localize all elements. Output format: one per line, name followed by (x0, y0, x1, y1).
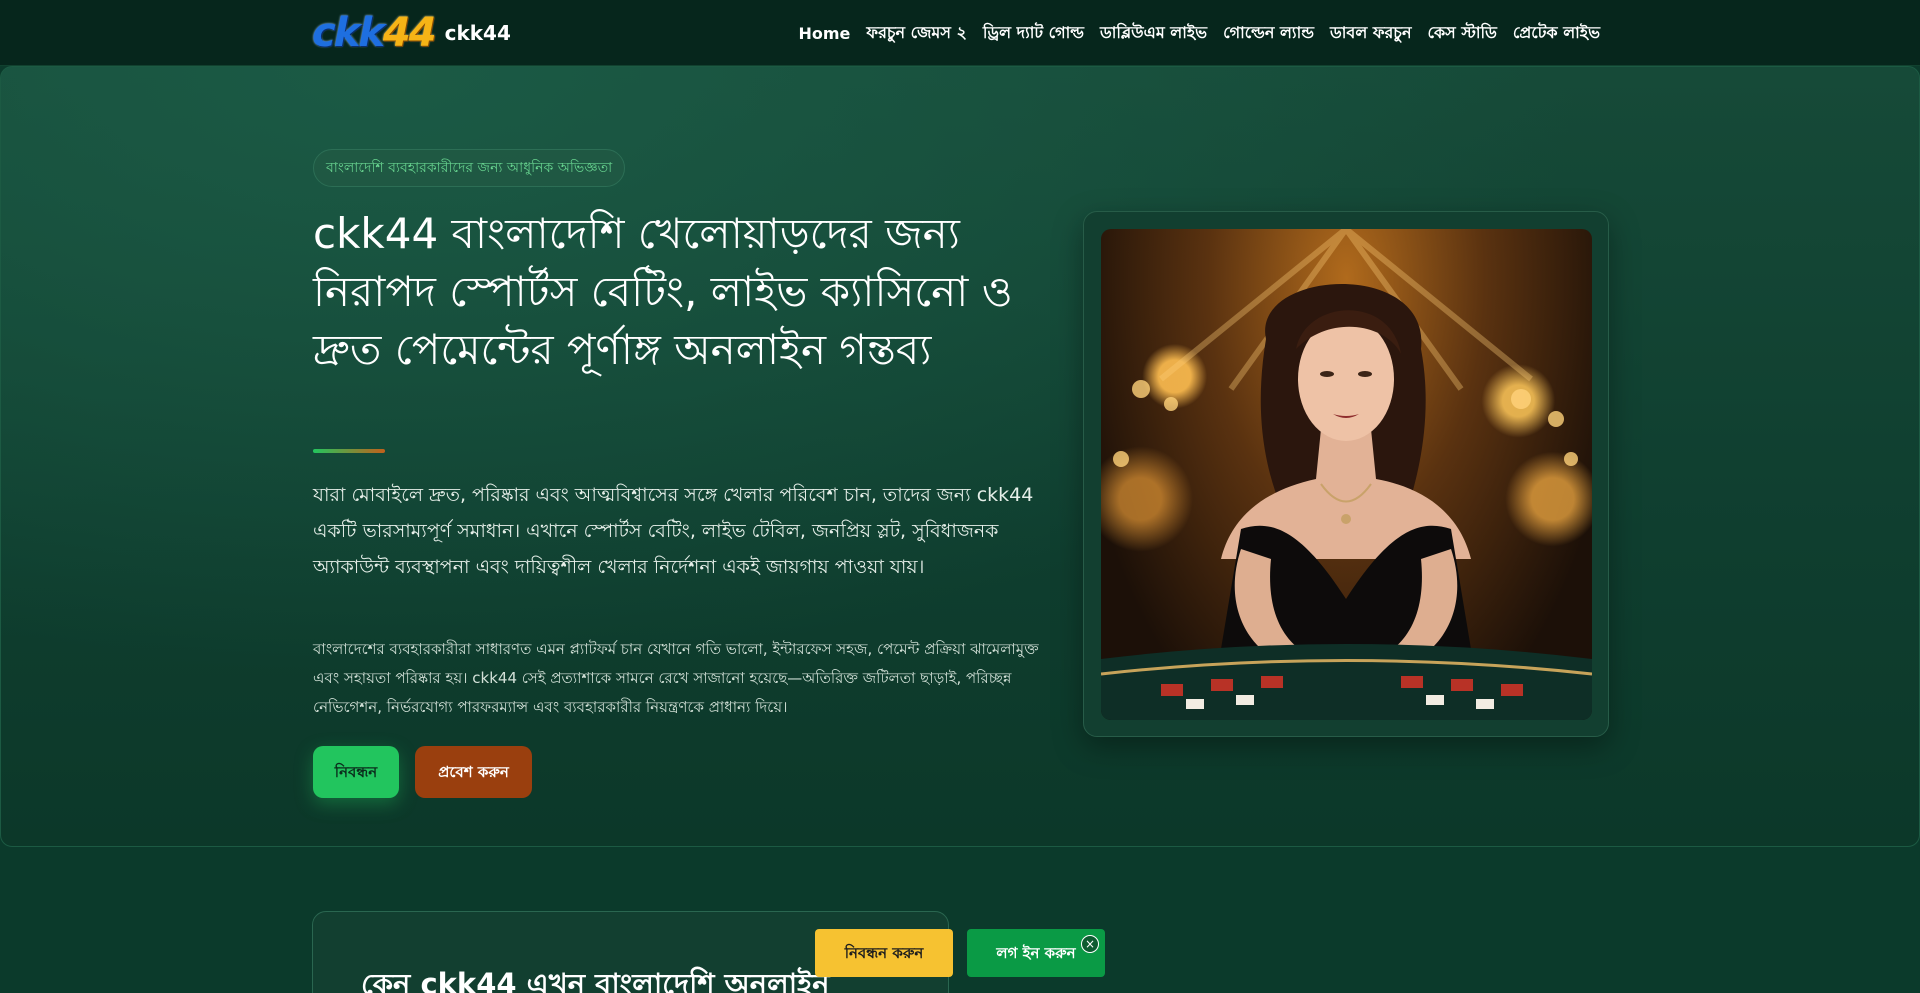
login-button[interactable]: প্রবেশ করুন (415, 746, 532, 798)
top-navbar: ckk44 ckk44 Home ফরচুন জেমস ২ ড্রিল দ্যা… (0, 0, 1920, 66)
brand[interactable]: ckk44 ckk44 (312, 10, 511, 56)
hero-section: বাংলাদেশি ব্যবহারকারীদের জন্য আধুনিক অভি… (0, 66, 1920, 847)
hero-title: ckk44 বাংলাদেশি খেলোয়াড়দের জন্য নিরাপদ… (313, 209, 1013, 374)
hero-image-card (1083, 211, 1609, 737)
nav-link-home[interactable]: Home (798, 24, 850, 43)
title-accent-rule (313, 449, 385, 453)
dealer-illustration (1101, 229, 1592, 720)
hero-eyebrow-badge: বাংলাদেশি ব্যবহারকারীদের জন্য আধুনিক অভি… (313, 149, 626, 187)
brand-name[interactable]: ckk44 (445, 21, 511, 45)
nav-link-drill-that-gold[interactable]: ড্রিল দ্যাট গোল্ড (983, 20, 1084, 47)
close-icon[interactable]: × (1081, 935, 1099, 953)
why-section-title: কেন ckk44 এখন বাংলাদেশি অনলাইন (361, 967, 830, 993)
main-nav: Home ফরচুন জেমস ২ ড্রিল দ্যাট গোল্ড ডাব্… (798, 20, 1600, 47)
sticky-register-button[interactable]: নিবন্ধন করুন (815, 929, 953, 977)
hero-sub-text: বাংলাদেশের ব্যবহারকারীরা সাধারণত এমন প্ল… (313, 640, 1039, 716)
nav-link-golden-land[interactable]: গোল্ডেন ল্যান্ড (1223, 20, 1314, 47)
hero-lead-text: যারা মোবাইলে দ্রুত, পরিষ্কার এবং আত্মবিশ… (313, 484, 1034, 578)
hero-casino-dealer-image (1101, 229, 1592, 720)
register-button[interactable]: নিবন্ধন (313, 746, 399, 798)
logo-text-ckk: ckk (312, 10, 385, 56)
nav-link-wm-live[interactable]: ডাব্লিউএম লাইভ (1100, 20, 1207, 47)
nav-link-pretek-live[interactable]: প্রেটেক লাইভ (1513, 20, 1600, 47)
nav-link-fortune-gems-2[interactable]: ফরচুন জেমস ২ (866, 20, 966, 47)
logo-text-44: 44 (382, 10, 437, 56)
nav-link-case-study[interactable]: কেস স্টাডি (1428, 20, 1497, 47)
nav-link-double-fortune[interactable]: ডাবল ফরচুন (1330, 20, 1412, 47)
site-logo[interactable]: ckk44 (312, 10, 437, 56)
